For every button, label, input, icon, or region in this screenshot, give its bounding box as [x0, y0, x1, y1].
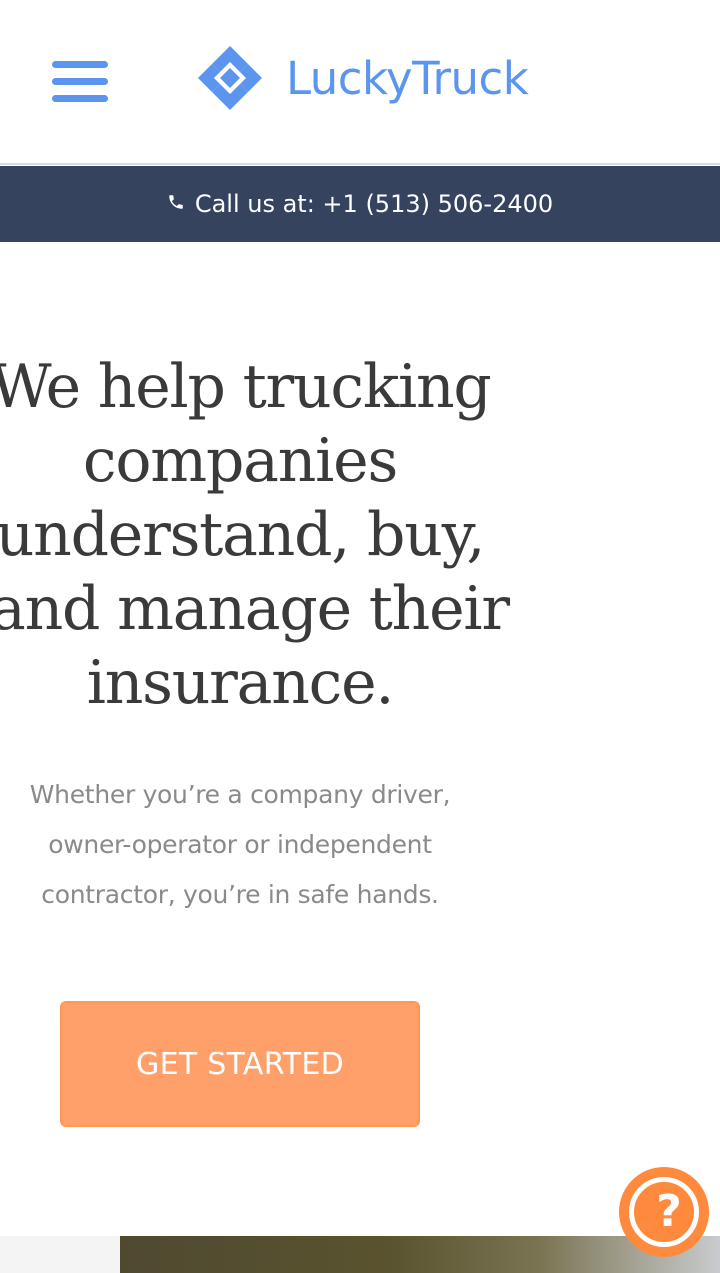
menu-bar [52, 61, 108, 68]
site-header: LuckyTruck [0, 0, 720, 165]
hero-title-line: companies [82, 426, 398, 496]
menu-bar [52, 95, 108, 102]
hero-subtitle-line: contractor, you’re in safe hands. [41, 880, 439, 909]
call-us-bar[interactable]: Call us at: +1 (513) 506-2400 [0, 166, 720, 242]
brand-name: LuckyTruck [286, 51, 529, 105]
hero-subtitle-line: Whether you’re a company driver, [29, 780, 451, 809]
hero-title-line: and manage their [0, 574, 510, 644]
get-started-button[interactable]: GET STARTED [60, 1001, 420, 1127]
call-us-text: Call us at: +1 (513) 506-2400 [194, 190, 554, 218]
hero-title-line: understand, buy, [0, 500, 485, 570]
hamburger-menu-icon[interactable] [50, 60, 110, 104]
hero-title-line: We help trucking [0, 352, 492, 422]
brand-logo[interactable]: LuckyTruck [196, 44, 529, 112]
help-question-glyph: ? [656, 1186, 682, 1237]
hero-title: We help trucking companies understand, b… [0, 350, 510, 720]
hero-subtitle: Whether you’re a company driver, owner-o… [0, 770, 490, 920]
help-question-icon: ? [629, 1177, 699, 1247]
phone-icon [169, 195, 183, 209]
hero-title-line: insurance. [86, 648, 395, 718]
help-widget-button[interactable]: ? [619, 1167, 709, 1257]
hero-subtitle-line: owner-operator or independent [48, 830, 432, 859]
luckytruck-logo-icon [198, 46, 262, 110]
menu-bar [52, 78, 108, 85]
